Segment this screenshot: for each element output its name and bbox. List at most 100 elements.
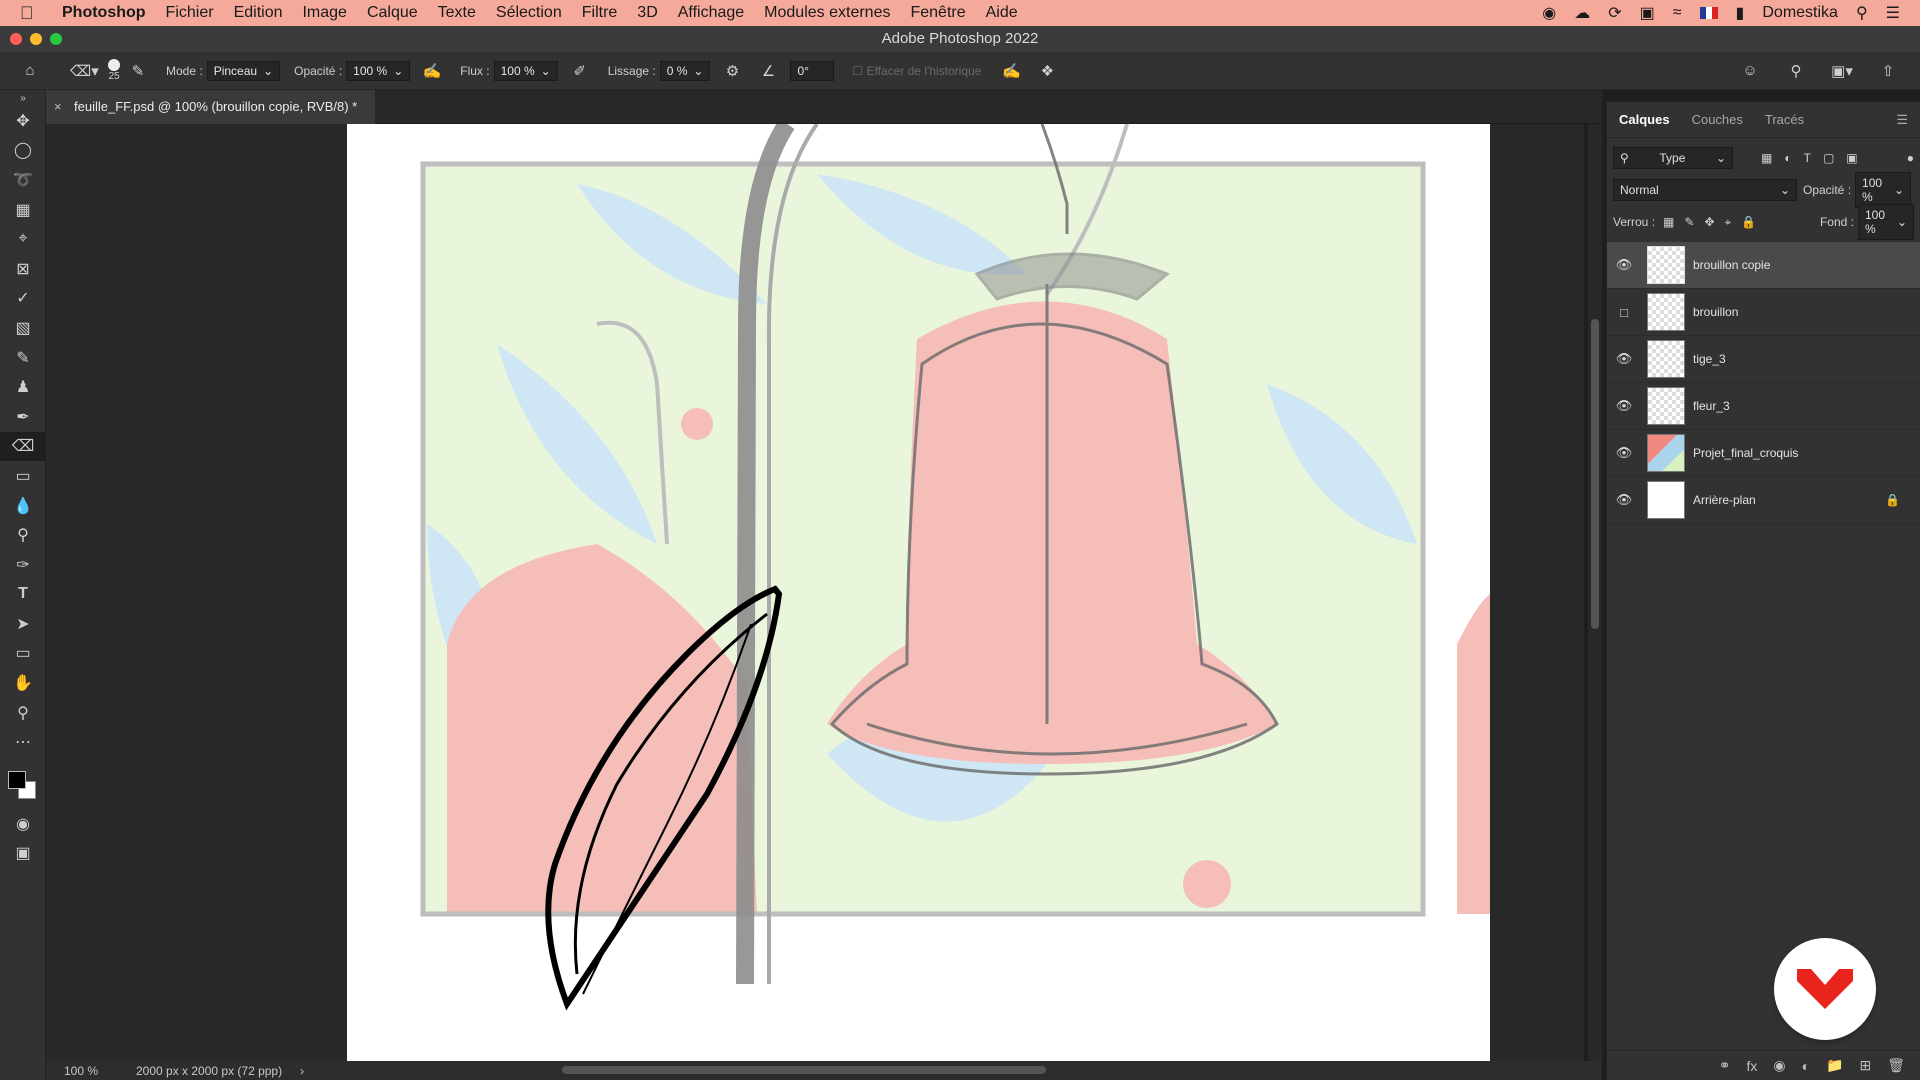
eye-icon[interactable]: 👁 bbox=[1607, 351, 1641, 367]
visibility-toggle[interactable]: □ bbox=[1607, 305, 1641, 320]
menubar-user[interactable]: Domestika bbox=[1762, 4, 1838, 22]
brush-tool-icon[interactable]: ✎ bbox=[0, 343, 46, 373]
clone-stamp-tool-icon[interactable]: ♟ bbox=[0, 372, 46, 402]
flow-field[interactable]: 100 % ⌄ bbox=[493, 60, 558, 81]
share-user-icon[interactable]: ☺ bbox=[1738, 62, 1762, 80]
layer-name[interactable]: tige_3 bbox=[1693, 352, 1726, 366]
foreground-color-swatch[interactable] bbox=[8, 771, 26, 790]
flag-fr-icon[interactable] bbox=[1699, 7, 1718, 19]
maximize-window-button[interactable] bbox=[50, 33, 62, 45]
menu-filtre[interactable]: Filtre bbox=[582, 4, 618, 22]
document-canvas[interactable] bbox=[347, 124, 1490, 1061]
vertical-scroll-thumb[interactable] bbox=[1591, 319, 1599, 629]
menu-selection[interactable]: Sélection bbox=[496, 4, 562, 22]
more-tools-icon[interactable]: ⋯ bbox=[0, 727, 46, 757]
rectangle-tool-icon[interactable]: ▭ bbox=[0, 639, 46, 669]
share-icon[interactable]: ⇧ bbox=[1876, 62, 1900, 80]
home-icon[interactable]: ⌂ bbox=[18, 62, 42, 79]
gradient-tool-icon[interactable]: ▭ bbox=[0, 461, 46, 491]
type-tool-icon[interactable]: T bbox=[0, 580, 46, 610]
lasso-tool-icon[interactable]: ➰ bbox=[0, 165, 46, 195]
erase-history-checkbox[interactable]: ☐ Effacer de l'historique bbox=[852, 64, 981, 78]
wifi-icon[interactable]: ≈ bbox=[1673, 4, 1682, 22]
document-info[interactable]: 2000 px x 2000 px (72 ppp) bbox=[136, 1064, 282, 1078]
blur-tool-icon[interactable]: 💧 bbox=[0, 491, 46, 521]
collapse-toolbar-icon[interactable]: » bbox=[0, 90, 46, 106]
zoom-tool-icon[interactable]: ⚲ bbox=[0, 698, 46, 728]
layer-row[interactable]: □ brouillon bbox=[1607, 289, 1920, 336]
menu-image[interactable]: Image bbox=[302, 4, 346, 22]
smoothing-field[interactable]: 0 % ⌄ bbox=[659, 60, 711, 81]
link-layers-icon[interactable]: ⚭ bbox=[1719, 1057, 1731, 1074]
pressure-opacity-icon[interactable]: ✍ bbox=[420, 62, 444, 80]
filter-toggle-icon[interactable]: ● bbox=[1907, 151, 1914, 165]
screen-mode-icon[interactable]: ▣ bbox=[0, 839, 46, 869]
symmetry-icon[interactable]: ❖ bbox=[1035, 62, 1059, 80]
filter-adjustment-icon[interactable]: ◐ bbox=[1784, 151, 1791, 165]
layer-name[interactable]: Arrière-plan bbox=[1693, 493, 1756, 507]
menu-calque[interactable]: Calque bbox=[367, 4, 418, 22]
menu-3d[interactable]: 3D bbox=[637, 4, 657, 22]
filter-smart-object-icon[interactable]: ▣ bbox=[1846, 151, 1857, 165]
quick-mask-icon[interactable]: ◉ bbox=[0, 809, 46, 839]
zoom-level[interactable]: 100 % bbox=[64, 1064, 124, 1078]
brush-settings-icon[interactable]: ✎ bbox=[126, 62, 150, 80]
menu-aide[interactable]: Aide bbox=[986, 4, 1018, 22]
menu-affichage[interactable]: Affichage bbox=[678, 4, 744, 22]
battery-icon[interactable]: ▮ bbox=[1736, 3, 1745, 23]
mode-select[interactable]: Pinceau ⌄ bbox=[206, 60, 281, 81]
panel-menu-icon[interactable]: ☰ bbox=[1896, 112, 1908, 128]
layer-row[interactable]: 👁 tige_3 bbox=[1607, 336, 1920, 383]
control-center-icon[interactable]: ☰ bbox=[1886, 3, 1900, 23]
layer-opacity-field[interactable]: 100 % ⌄ bbox=[1855, 172, 1912, 208]
path-selection-tool-icon[interactable]: ➤ bbox=[0, 609, 46, 639]
filter-type-select[interactable]: ⚲ Type ⌄ bbox=[1613, 147, 1733, 169]
move-tool-icon[interactable]: ✥ bbox=[0, 106, 46, 136]
eye-icon[interactable]: 👁 bbox=[1607, 398, 1641, 414]
add-mask-icon[interactable]: ◉ bbox=[1773, 1057, 1785, 1074]
display-icon[interactable]: ▣ bbox=[1640, 3, 1655, 23]
vertical-scrollbar[interactable] bbox=[1588, 124, 1602, 1061]
apple-icon[interactable]:  bbox=[20, 3, 50, 24]
document-tab[interactable]: × feuille_FF.psd @ 100% (brouillon copie… bbox=[46, 90, 376, 124]
object-selection-tool-icon[interactable]: ▦ bbox=[0, 195, 46, 225]
angle-field[interactable]: 0° bbox=[790, 60, 835, 81]
layer-style-icon[interactable]: fx bbox=[1746, 1058, 1757, 1074]
layer-name[interactable]: brouillon bbox=[1693, 305, 1738, 319]
minimize-window-button[interactable] bbox=[30, 33, 42, 45]
frame-tool-icon[interactable]: ⊠ bbox=[0, 254, 46, 284]
pressure-size-icon[interactable]: ✍ bbox=[999, 62, 1023, 80]
eye-icon[interactable]: 👁 bbox=[1607, 492, 1641, 508]
menu-fenetre[interactable]: Fenêtre bbox=[910, 4, 965, 22]
close-window-button[interactable] bbox=[10, 33, 22, 45]
layer-name[interactable]: brouillon copie bbox=[1693, 258, 1770, 272]
healing-brush-tool-icon[interactable]: ▧ bbox=[0, 313, 46, 343]
spotlight-search-icon[interactable]: ⚲ bbox=[1856, 3, 1868, 23]
layer-row[interactable]: 👁 fleur_3 bbox=[1607, 383, 1920, 430]
pen-tool-icon[interactable]: ✑ bbox=[0, 550, 46, 580]
cloud-icon[interactable]: ☁ bbox=[1574, 3, 1590, 23]
lock-pixels-icon[interactable]: ✎ bbox=[1684, 215, 1694, 229]
menu-app-name[interactable]: Photoshop bbox=[62, 4, 146, 22]
history-brush-tool-icon[interactable]: ✒ bbox=[0, 402, 46, 432]
eye-icon[interactable]: 👁 bbox=[1607, 445, 1641, 461]
menu-edition[interactable]: Edition bbox=[234, 4, 283, 22]
lock-position-icon[interactable]: ✥ bbox=[1704, 215, 1714, 229]
creative-cloud-icon[interactable]: ◉ bbox=[1542, 3, 1556, 23]
lock-artboard-icon[interactable]: ⌖ bbox=[1725, 215, 1732, 230]
fill-field[interactable]: 100 % ⌄ bbox=[1858, 204, 1914, 240]
opacity-field[interactable]: 100 % ⌄ bbox=[346, 60, 411, 81]
artwork[interactable] bbox=[347, 124, 1490, 1061]
tab-calques[interactable]: Calques bbox=[1619, 112, 1670, 127]
angle-icon[interactable]: ∠ bbox=[756, 62, 780, 80]
filter-pixel-icon[interactable]: ▦ bbox=[1761, 151, 1772, 165]
filter-shape-icon[interactable]: ▢ bbox=[1823, 151, 1834, 165]
filter-type-icon[interactable]: T bbox=[1804, 151, 1811, 165]
tab-traces[interactable]: Tracés bbox=[1765, 112, 1804, 127]
search-icon[interactable]: ⚲ bbox=[1784, 62, 1808, 80]
status-expand-icon[interactable]: › bbox=[300, 1064, 304, 1078]
layer-name[interactable]: Projet_final_croquis bbox=[1693, 446, 1798, 460]
new-group-icon[interactable]: 📁 bbox=[1826, 1057, 1843, 1074]
menu-texte[interactable]: Texte bbox=[438, 4, 476, 22]
eyedropper-tool-icon[interactable]: ✓ bbox=[0, 284, 46, 314]
